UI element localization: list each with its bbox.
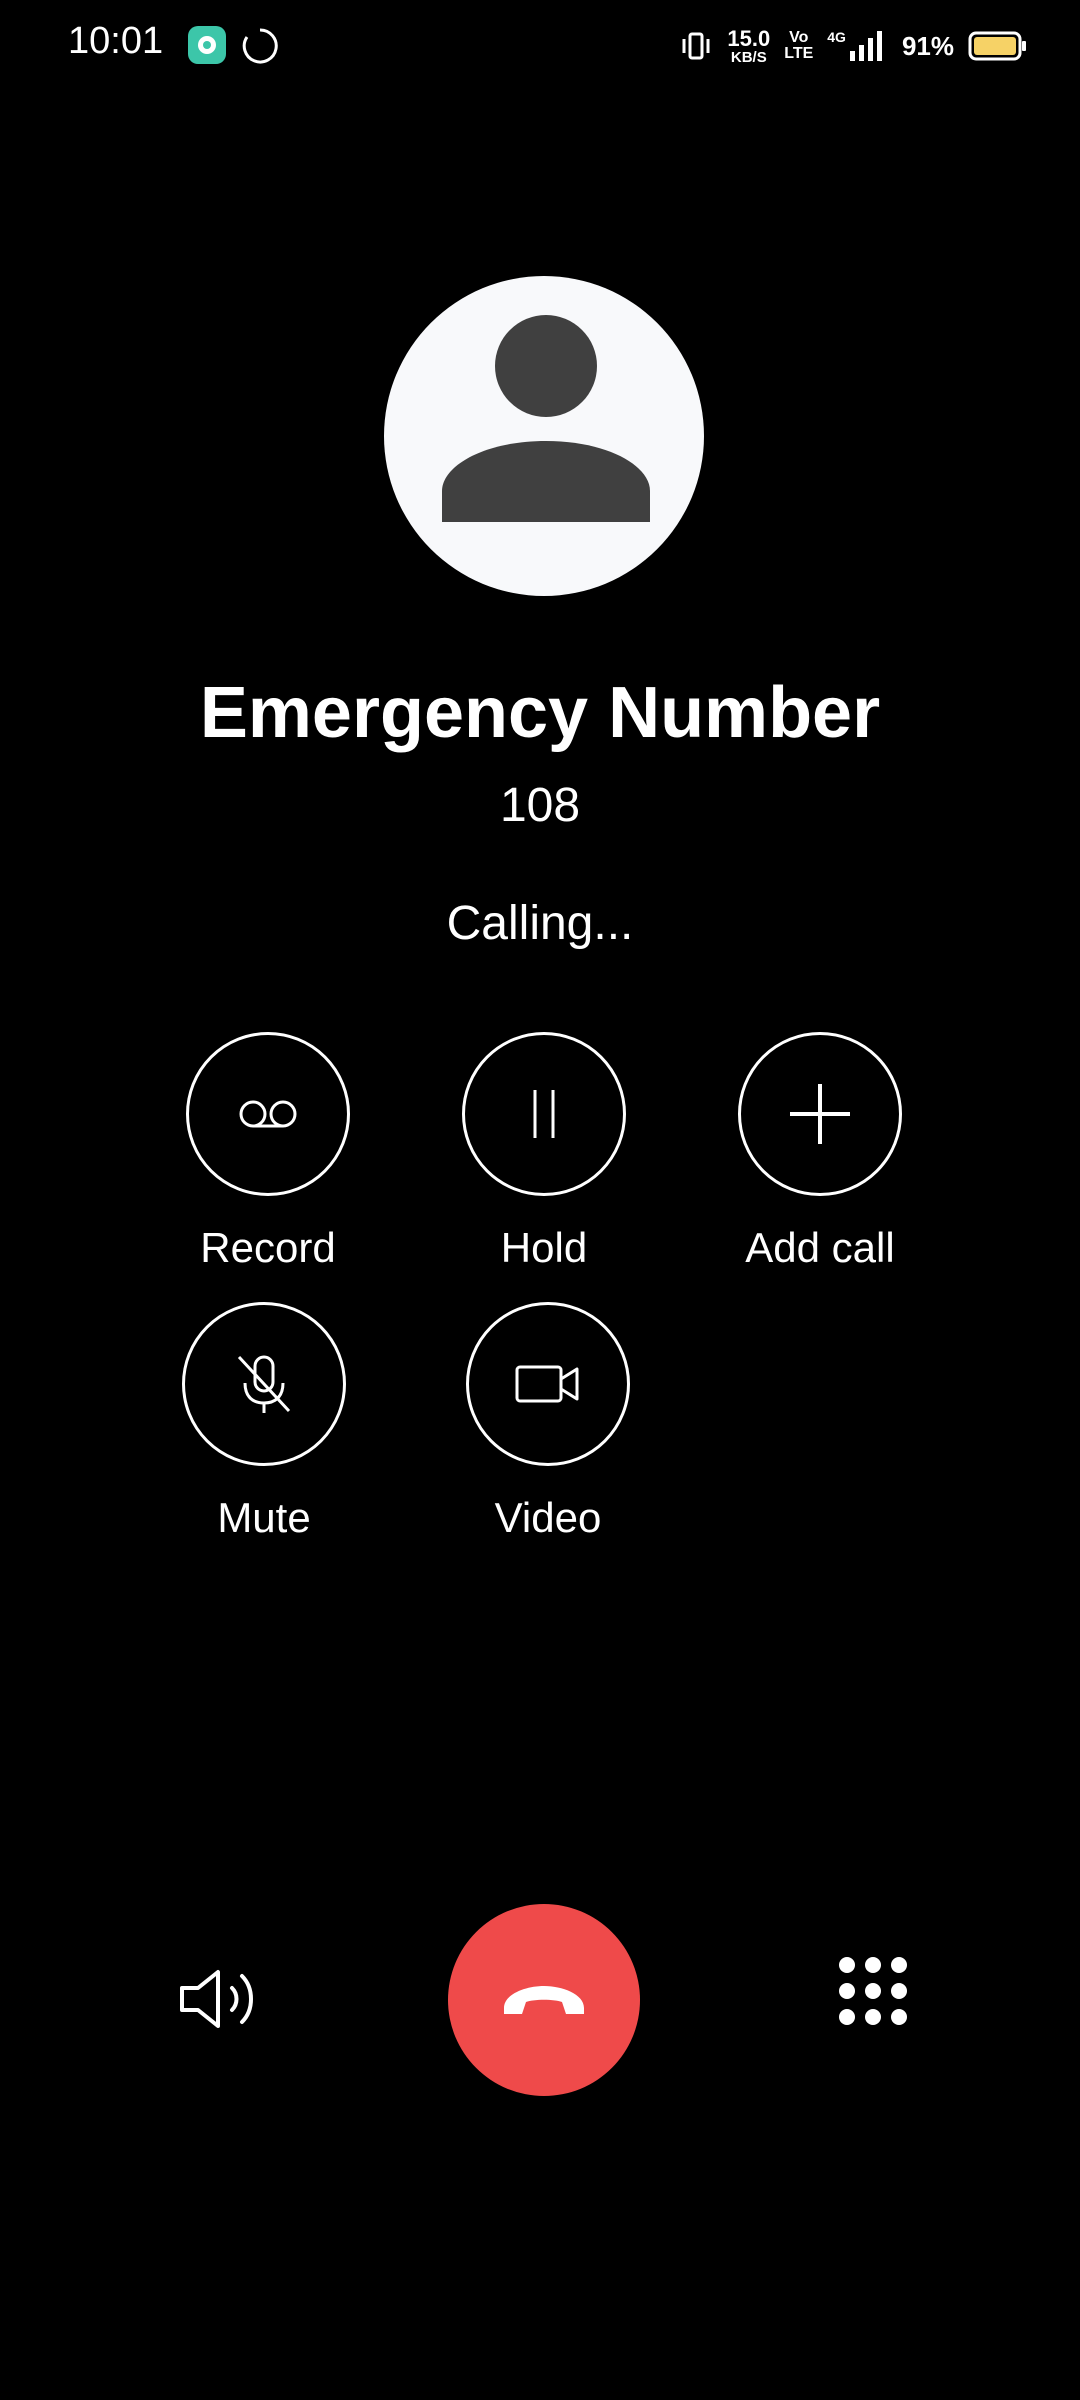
record-circle[interactable] xyxy=(186,1032,350,1196)
plus-icon xyxy=(790,1084,850,1144)
speaker-icon[interactable] xyxy=(176,1964,266,2034)
end-call-button[interactable] xyxy=(448,1904,640,2096)
person-icon xyxy=(442,315,650,522)
video-button[interactable]: Video xyxy=(448,1302,648,1542)
status-indicators: 15.0 KB/S Vo LTE 4G 91% xyxy=(679,22,1028,70)
hold-circle[interactable] xyxy=(462,1032,626,1196)
app-notification-icon xyxy=(188,26,226,64)
volte-top: Vo xyxy=(789,29,809,46)
pause-icon xyxy=(533,1090,555,1138)
call-status: Calling... xyxy=(446,897,634,950)
video-circle[interactable] xyxy=(466,1302,630,1466)
speed-unit: KB/S xyxy=(730,48,767,66)
status-time: 10:01 xyxy=(68,20,164,62)
caller-name: Emergency Number xyxy=(199,673,881,753)
hang-up-icon xyxy=(504,1986,584,2014)
network-speed: 15.0 KB/S xyxy=(727,25,771,66)
signal-icon: 4G xyxy=(827,29,888,63)
record-label: Record xyxy=(200,1224,336,1271)
mute-label: Mute xyxy=(217,1494,311,1541)
dialpad-icon[interactable] xyxy=(836,1954,910,2028)
speed-value: 15.0 xyxy=(727,25,771,51)
add-call-label: Add call xyxy=(745,1224,895,1271)
caller-number: 108 xyxy=(499,779,581,832)
contact-avatar xyxy=(384,276,704,596)
mute-circle[interactable] xyxy=(182,1302,346,1466)
add-call-button[interactable]: Add call xyxy=(720,1032,920,1272)
bottom-controls xyxy=(0,1904,1080,2100)
mute-button[interactable]: Mute xyxy=(164,1302,364,1542)
mic-off-icon xyxy=(237,1355,291,1413)
video-label: Video xyxy=(494,1494,602,1541)
volte-indicator: Vo LTE xyxy=(784,30,813,62)
hold-label: Hold xyxy=(500,1224,588,1271)
video-camera-icon xyxy=(515,1365,579,1403)
volte-bottom: LTE xyxy=(784,45,814,62)
loading-icon xyxy=(242,28,278,64)
network-type: 4G xyxy=(827,29,846,45)
record-button[interactable]: Record xyxy=(168,1032,368,1272)
battery-icon xyxy=(968,31,1026,61)
add-call-circle[interactable] xyxy=(738,1032,902,1196)
vibrate-icon xyxy=(682,32,710,60)
status-bar: 10:01 15.0 KB/S Vo LTE 4G 91% xyxy=(0,0,1080,90)
record-icon xyxy=(239,1100,297,1128)
battery-percent: 91% xyxy=(901,30,954,61)
hold-button[interactable]: Hold xyxy=(444,1032,644,1272)
